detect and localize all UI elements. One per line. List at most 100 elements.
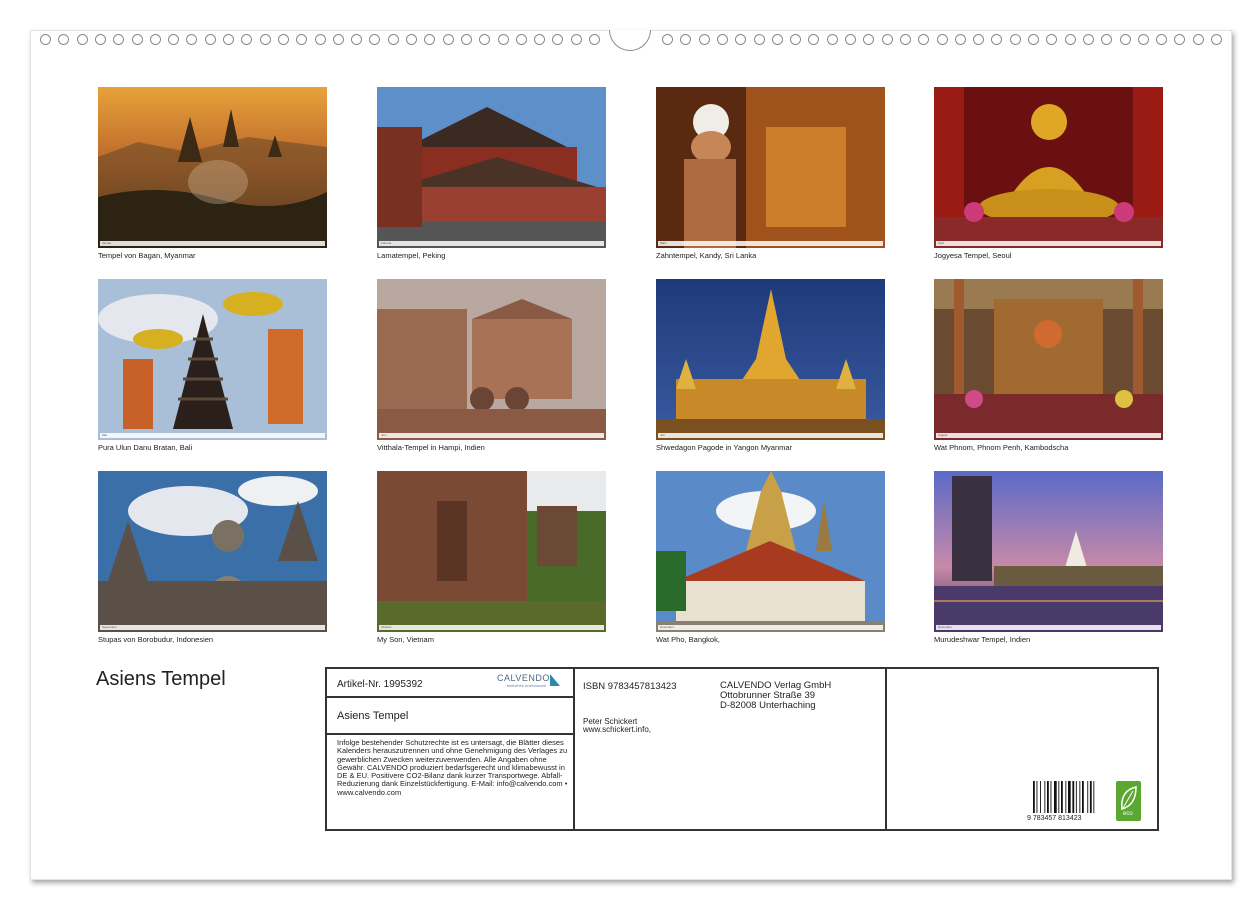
- binding-ring: [77, 34, 88, 45]
- barcode-bar: [1054, 781, 1057, 813]
- author-url[interactable]: www.schickert.info,: [583, 725, 651, 734]
- barcode-bar: [1047, 781, 1049, 813]
- photo-11[interactable]: November: [656, 471, 885, 632]
- barcode-bar: [1058, 781, 1059, 813]
- binding-ring: [991, 34, 1002, 45]
- binding-ring: [808, 34, 819, 45]
- barcode-bar: [1072, 781, 1074, 813]
- month-strip: Juni: [379, 433, 604, 438]
- photo-10[interactable]: Oktober: [377, 471, 606, 632]
- binding-ring: [461, 34, 472, 45]
- binding-ring: [735, 34, 746, 45]
- binding-ring: [772, 34, 783, 45]
- binding-ring: [369, 34, 380, 45]
- month-strip: Mai: [100, 433, 325, 438]
- calvendo-tagline: bibliothek erlebniswelt: [507, 683, 546, 688]
- photo-4[interactable]: April: [934, 87, 1163, 248]
- month-strip: Dezember: [936, 625, 1161, 630]
- binding-ring: [40, 34, 51, 45]
- calvendo-logo: CALVENDO: [497, 673, 550, 683]
- binding-ring: [973, 34, 984, 45]
- photo-caption: Tempel von Bagan, Myanmar: [98, 251, 196, 260]
- month-strip: November: [658, 625, 883, 630]
- info-column-middle: ISBN 9783457813423 CALVENDO Verlag GmbH …: [575, 669, 887, 829]
- photo-3[interactable]: März: [656, 87, 885, 248]
- binding-ring: [424, 34, 435, 45]
- photo-6[interactable]: Juni: [377, 279, 606, 440]
- binding-ring: [1120, 34, 1131, 45]
- barcode-bar: [1044, 781, 1045, 813]
- month-strip: Oktober: [379, 625, 604, 630]
- info-title: Asiens Tempel: [337, 710, 408, 722]
- tower-temple-image: [934, 471, 1163, 632]
- binding-ring: [1083, 34, 1094, 45]
- brick-ruins-image: [377, 471, 606, 632]
- binding-ring: [388, 34, 399, 45]
- thai-temple-image: [656, 471, 885, 632]
- month-strip: Februar: [379, 241, 604, 246]
- eco-badge: eco: [1116, 781, 1141, 821]
- binding-ring: [717, 34, 728, 45]
- photo-9[interactable]: September: [98, 471, 327, 632]
- binding-ring: [241, 34, 252, 45]
- binding-ring: [534, 34, 545, 45]
- binding-ring: [498, 34, 509, 45]
- bali-temple-image: [98, 279, 327, 440]
- monk-image: [656, 87, 885, 248]
- binding-ring: [1101, 34, 1112, 45]
- photo-2[interactable]: Februar: [377, 87, 606, 248]
- month-strip: August: [936, 433, 1161, 438]
- binding-ring: [351, 34, 362, 45]
- barcode-number: 9 783457 813423: [1027, 815, 1082, 822]
- golden-buddha-image: [934, 87, 1163, 248]
- binding-ring: [406, 34, 417, 45]
- photo-caption: Wat Phnom, Phnom Penh, Kambodscha: [934, 443, 1068, 452]
- calendar-title: Asiens Tempel: [96, 668, 226, 691]
- binding-ring: [1028, 34, 1039, 45]
- month-strip: Juli: [658, 433, 883, 438]
- month-strip: September: [100, 625, 325, 630]
- photo-caption: Shwedagon Pagode in Yangon Myanmar: [656, 443, 792, 452]
- stone-chariot-image: [377, 279, 606, 440]
- photo-7[interactable]: Juli: [656, 279, 885, 440]
- binding-ring: [589, 34, 600, 45]
- binding-ring: [260, 34, 271, 45]
- month-strip: April: [936, 241, 1161, 246]
- binding-ring: [882, 34, 893, 45]
- binding-ring: [1156, 34, 1167, 45]
- photo-5[interactable]: Mai: [98, 279, 327, 440]
- stupa-buddha-image: [98, 471, 327, 632]
- calvendo-logo-icon: [550, 674, 560, 686]
- binding-ring: [168, 34, 179, 45]
- binding-ring: [955, 34, 966, 45]
- eco-label: eco: [1123, 811, 1133, 817]
- barcode-bar: [1033, 781, 1035, 813]
- binding-ring: [699, 34, 710, 45]
- month-strip: Januar: [100, 241, 325, 246]
- temple-sunrise-image: [98, 87, 327, 248]
- binding-ring: [900, 34, 911, 45]
- binding-ring: [790, 34, 801, 45]
- photo-caption: Wat Pho, Bangkok,: [656, 635, 720, 644]
- photo-8[interactable]: August: [934, 279, 1163, 440]
- barcode-bar: [1087, 781, 1088, 813]
- title-row: Asiens Tempel: [327, 698, 573, 735]
- binding-ring: [680, 34, 691, 45]
- article-row: Artikel-Nr. 1995392 CALVENDO bibliothek …: [327, 669, 573, 698]
- binding-ring: [443, 34, 454, 45]
- binding-ring: [315, 34, 326, 45]
- golden-pagoda-image: [656, 279, 885, 440]
- photo-caption: Pura Ulun Danu Bratan, Bali: [98, 443, 192, 452]
- barcode-bar: [1065, 781, 1066, 813]
- binding-ring: [1211, 34, 1222, 45]
- photo-caption: Stupas von Borobudur, Indonesien: [98, 635, 213, 644]
- binding-ring: [845, 34, 856, 45]
- binding-ring: [863, 34, 874, 45]
- binding-ring: [937, 34, 948, 45]
- barcode-bar: [1076, 781, 1077, 813]
- barcode-bar: [1079, 781, 1080, 813]
- photo-1[interactable]: Januar: [98, 87, 327, 248]
- barcode-bar: [1037, 781, 1038, 813]
- photo-caption: Murudeshwar Tempel, Indien: [934, 635, 1030, 644]
- photo-12[interactable]: Dezember: [934, 471, 1163, 632]
